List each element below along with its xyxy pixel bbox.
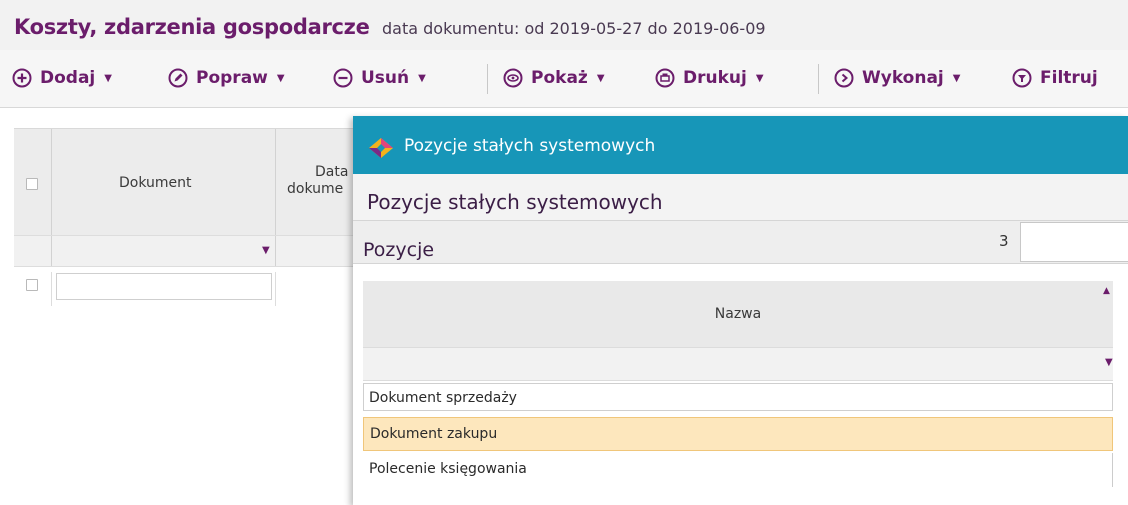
- delete-button[interactable]: Usuń ▼: [333, 66, 426, 90]
- toolbar-divider: [487, 64, 488, 94]
- column-divider: [51, 129, 52, 236]
- list-filter-row[interactable]: ▼: [363, 347, 1113, 381]
- column-divider: [51, 236, 52, 266]
- minus-circle-icon: [333, 68, 353, 88]
- section-title: Pozycje: [363, 239, 435, 261]
- column-header-date[interactable]: Data: [315, 164, 348, 180]
- chevron-down-icon: ▼: [952, 72, 961, 84]
- play-circle-icon: [834, 68, 854, 88]
- eye-icon: [503, 68, 523, 88]
- chevron-down-icon: ▼: [755, 72, 764, 84]
- list-item[interactable]: Polecenie księgowania: [363, 453, 1113, 487]
- edit-circle-icon: [168, 68, 188, 88]
- list-item-selected[interactable]: Dokument zakupu: [363, 417, 1113, 451]
- edit-button[interactable]: Popraw ▼: [168, 66, 285, 90]
- print-button[interactable]: Drukuj ▼: [655, 66, 764, 90]
- chevron-down-icon: ▼: [596, 72, 605, 84]
- app-logo-icon: [369, 138, 393, 158]
- chevron-down-icon: ▼: [104, 72, 112, 84]
- list-item[interactable]: Dokument sprzedaży: [363, 383, 1113, 411]
- list-item-label: Polecenie księgowania: [369, 461, 527, 477]
- show-button[interactable]: Pokaż ▼: [503, 66, 605, 90]
- toolbar: Dodaj ▼ Popraw ▼ Usuń ▼ Pokaż ▼ Drukuj ▼…: [0, 50, 1128, 108]
- execute-button-label: Wykonaj: [862, 68, 944, 88]
- column-divider: [51, 272, 52, 306]
- grid-filter-row: ▼: [14, 235, 374, 267]
- row-checkbox[interactable]: [26, 279, 38, 291]
- dialog-title: Pozycje stałych systemowych: [404, 136, 656, 156]
- grid-header: Dokument Data dokume: [14, 128, 374, 236]
- delete-button-label: Usuń: [361, 68, 410, 88]
- list-item-label: Dokument zakupu: [370, 426, 498, 442]
- sort-ascending-icon[interactable]: ▲: [1103, 286, 1110, 296]
- filter-button-label: Filtruj: [1040, 68, 1098, 88]
- chevron-down-icon: ▼: [418, 72, 426, 84]
- system-constants-dialog: Pozycje stałych systemowych Pozycje stał…: [353, 116, 1128, 505]
- edit-button-label: Popraw: [196, 68, 268, 88]
- list-column-header-name[interactable]: Nazwa ▲: [363, 281, 1113, 347]
- dialog-titlebar[interactable]: Pozycje stałych systemowych: [353, 116, 1128, 174]
- record-count: 3: [999, 232, 1009, 250]
- show-button-label: Pokaż: [531, 68, 588, 88]
- column-header-date-line2: dokume: [287, 181, 344, 197]
- column-divider: [275, 236, 276, 266]
- plus-circle-icon: [12, 68, 32, 88]
- column-divider: [275, 129, 276, 236]
- add-button-label: Dodaj: [40, 68, 96, 88]
- page-title: Koszty, zdarzenia gospodarcze: [14, 15, 370, 39]
- column-divider: [275, 272, 276, 306]
- column-header-document[interactable]: Dokument: [119, 175, 192, 191]
- page-header: Koszty, zdarzenia gospodarcze data dokum…: [0, 0, 1128, 50]
- list-item-label: Dokument sprzedaży: [369, 390, 517, 406]
- document-cell-input[interactable]: [56, 273, 272, 300]
- filter-button[interactable]: Filtruj: [1012, 66, 1098, 90]
- select-all-checkbox[interactable]: [26, 178, 38, 190]
- filter-icon: [1012, 68, 1032, 88]
- printer-icon: [655, 68, 675, 88]
- execute-button[interactable]: Wykonaj ▼: [834, 66, 960, 90]
- search-input[interactable]: [1020, 222, 1128, 262]
- column-header-label: Nazwa: [714, 306, 762, 322]
- toolbar-divider: [818, 64, 819, 94]
- chevron-down-icon: ▼: [276, 72, 285, 84]
- date-range-subtitle: data dokumentu: od 2019-05-27 do 2019-06…: [382, 19, 766, 38]
- filter-dropdown-icon[interactable]: ▼: [1105, 357, 1113, 368]
- dialog-heading: Pozycje stałych systemowych: [367, 190, 663, 214]
- add-button[interactable]: Dodaj ▼: [12, 66, 112, 90]
- print-button-label: Drukuj: [683, 68, 747, 88]
- filter-dropdown-icon[interactable]: ▼: [262, 245, 270, 256]
- section-bar: [353, 220, 1128, 264]
